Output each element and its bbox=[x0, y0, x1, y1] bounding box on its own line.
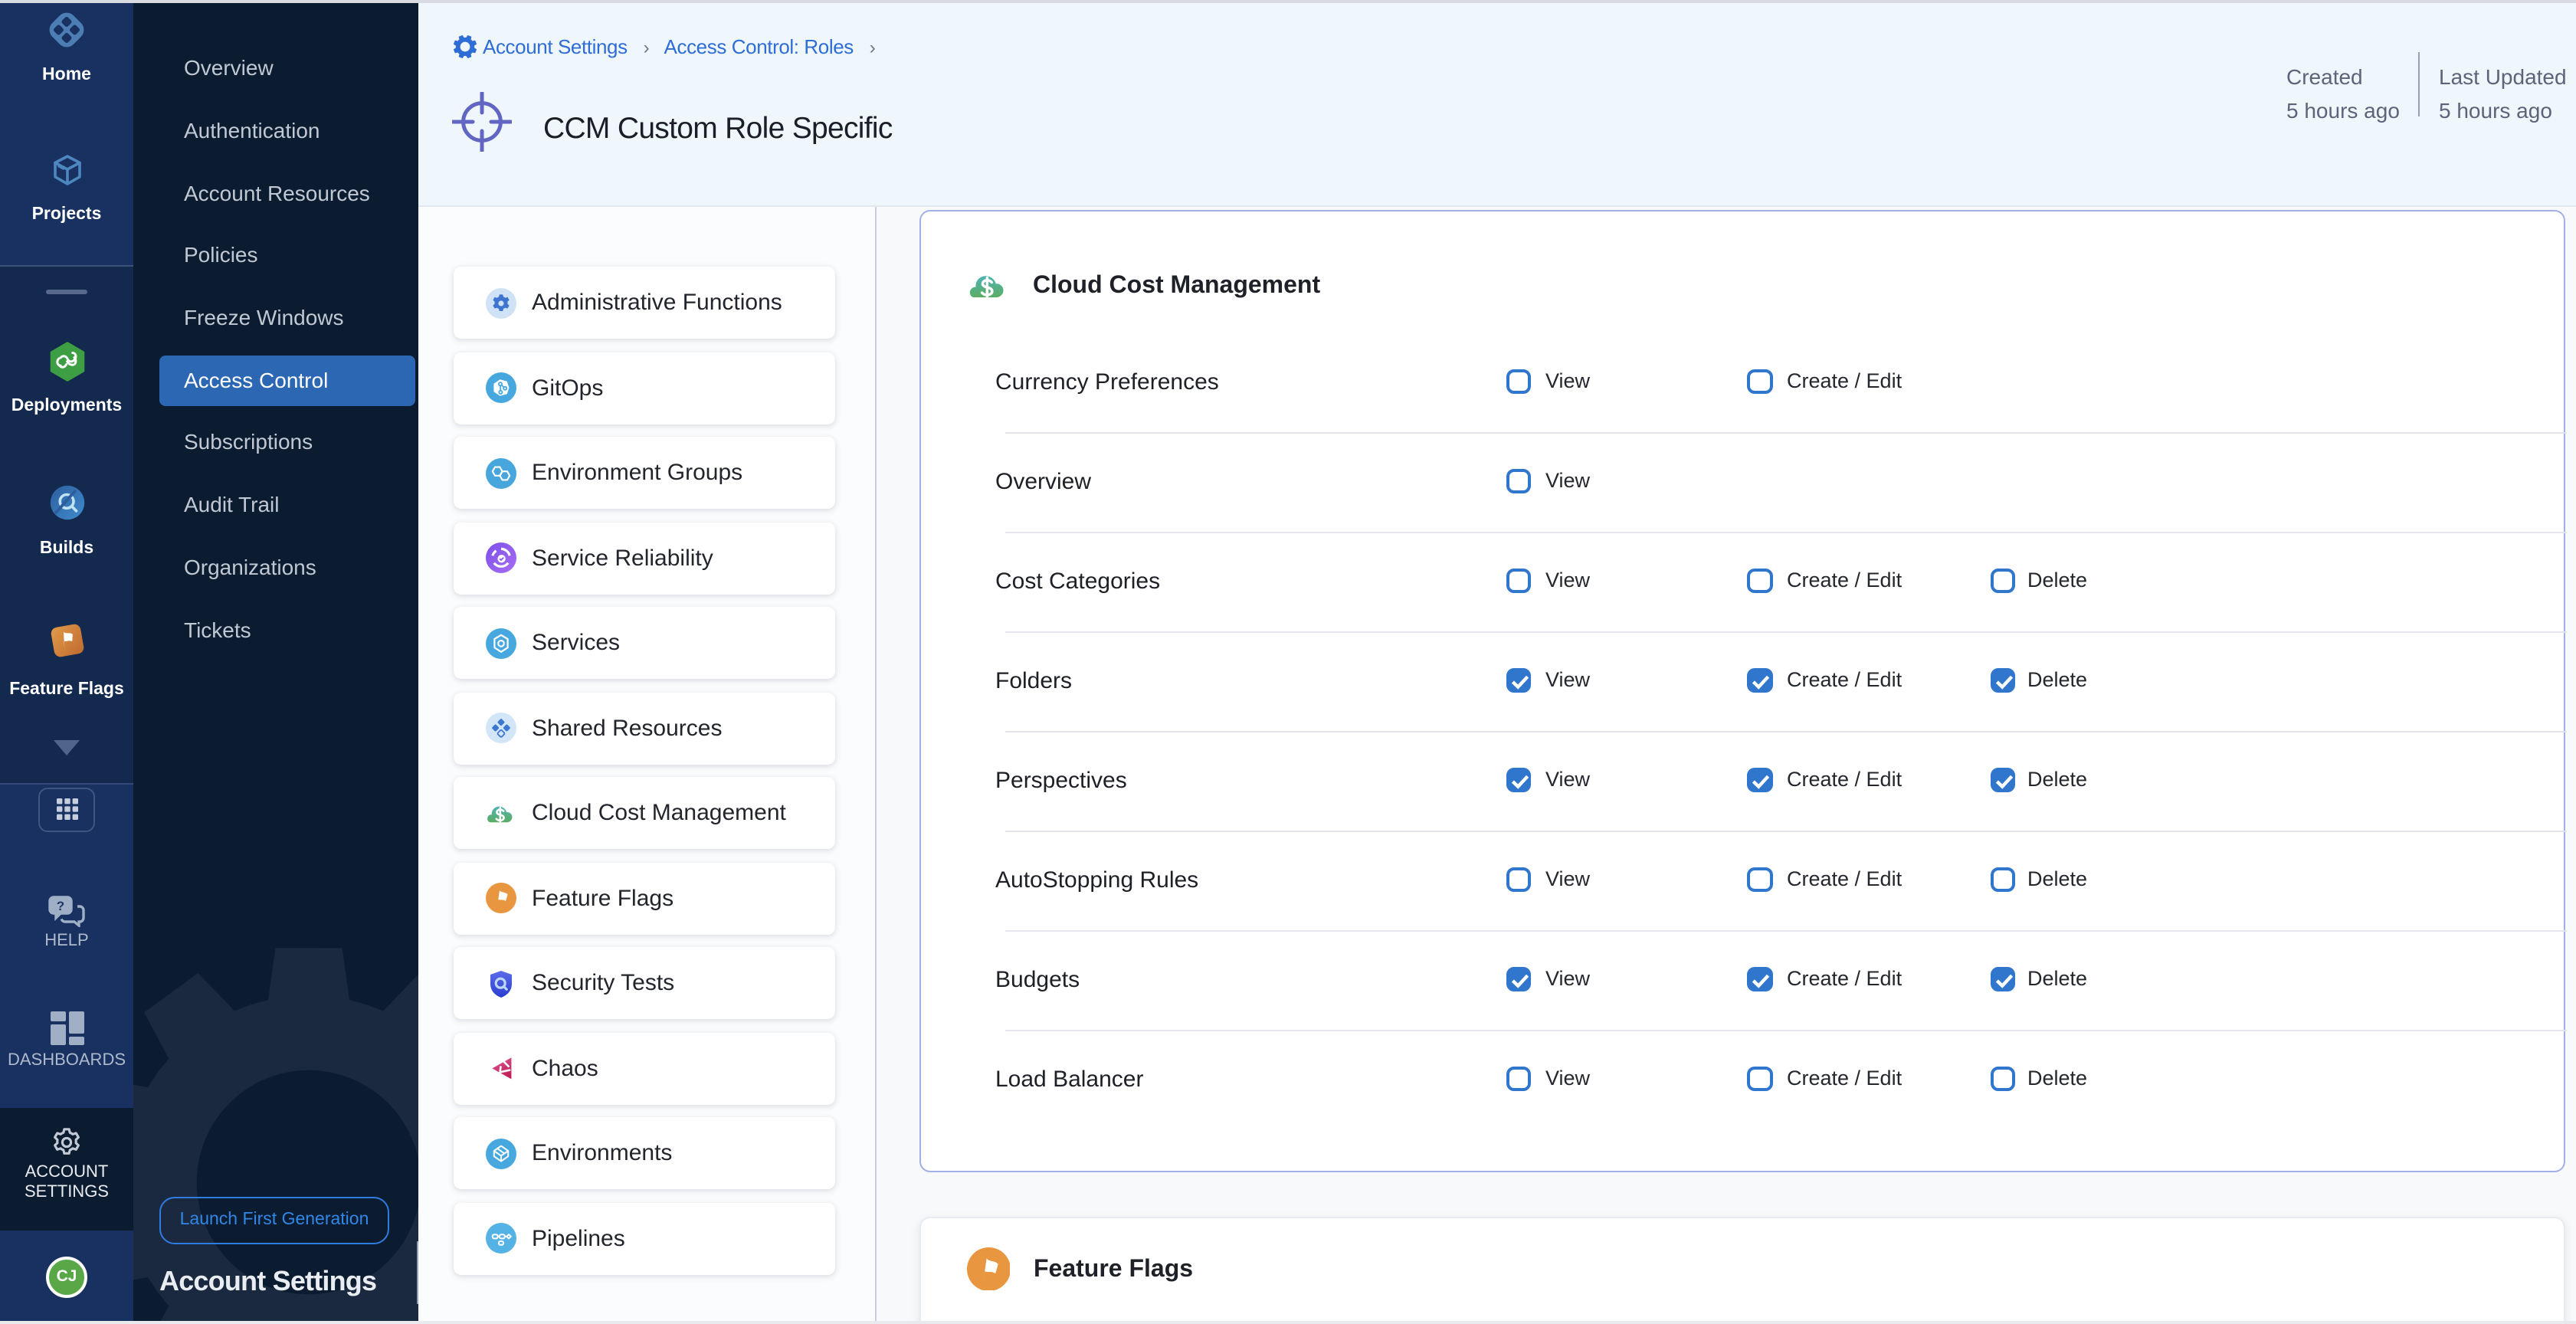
svg-text:?: ? bbox=[57, 899, 64, 913]
